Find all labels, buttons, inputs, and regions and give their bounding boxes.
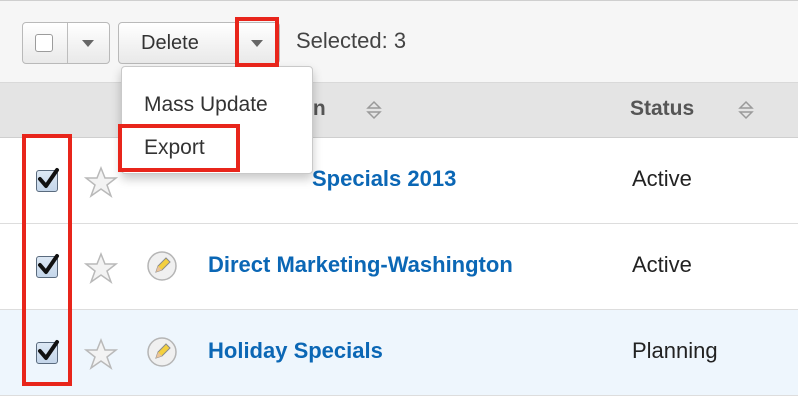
caret-down-icon[interactable] <box>82 40 94 47</box>
status-cell: Planning <box>632 338 718 363</box>
column-header-status[interactable]: Status <box>630 97 694 121</box>
delete-button-label[interactable]: Delete <box>141 23 199 63</box>
row-checkbox[interactable] <box>36 168 59 192</box>
delete-action-button[interactable]: Delete <box>118 22 280 64</box>
divider <box>236 23 237 63</box>
star-icon[interactable] <box>84 166 118 198</box>
star-icon[interactable] <box>84 338 118 370</box>
sort-icon[interactable] <box>738 100 754 120</box>
status-cell: Active <box>632 252 692 277</box>
selected-count: Selected: 3 <box>296 28 406 54</box>
table-row: Holiday Specials Planning <box>0 310 798 396</box>
menu-item-mass-update[interactable]: Mass Update <box>144 93 268 117</box>
actions-caret-down-icon[interactable] <box>251 40 263 47</box>
divider <box>67 23 68 63</box>
menu-item-export[interactable]: Export <box>144 136 205 160</box>
checkmark-icon <box>38 254 59 274</box>
top-border <box>0 0 798 1</box>
campaign-name-link[interactable]: Holiday Specials <box>208 338 383 364</box>
campaign-name-link[interactable]: Specials 2013 <box>312 166 456 192</box>
checkmark-icon <box>38 168 59 188</box>
table-header: gn Status <box>0 83 798 138</box>
actions-dropdown-menu: Mass Update Export <box>121 66 313 174</box>
table-row: Specials 2013 Active <box>0 138 798 224</box>
campaign-name-link[interactable]: Direct Marketing-Washington <box>208 252 513 278</box>
table-row: Direct Marketing-Washington Active <box>0 224 798 310</box>
checkmark-icon <box>38 340 59 360</box>
selected-label: Selected: <box>296 28 388 53</box>
selected-number: 3 <box>393 28 407 53</box>
list-toolbar: Delete Selected: 3 <box>0 0 798 83</box>
star-icon[interactable] <box>84 252 118 284</box>
row-checkbox[interactable] <box>36 254 59 278</box>
sort-icon[interactable] <box>366 100 382 120</box>
row-checkbox[interactable] <box>36 340 59 364</box>
status-cell: Active <box>632 166 692 191</box>
edit-pencil-icon[interactable] <box>146 250 178 282</box>
select-all-dropdown[interactable] <box>22 22 110 64</box>
edit-pencil-icon[interactable] <box>146 336 178 368</box>
select-all-checkbox[interactable] <box>35 34 53 52</box>
